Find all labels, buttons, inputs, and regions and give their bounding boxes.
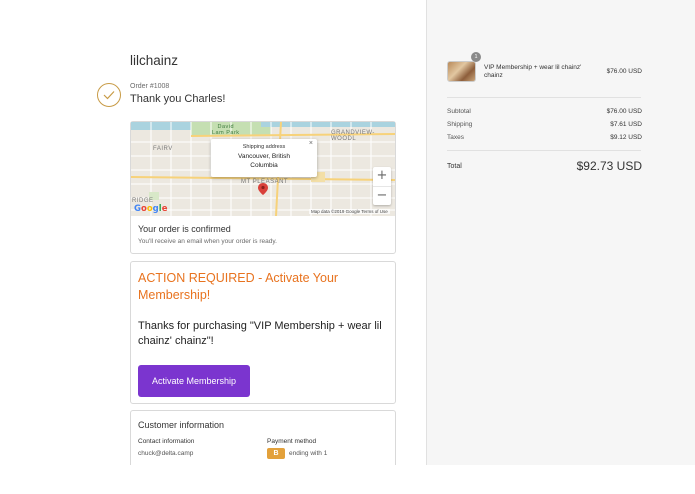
map-pin-icon xyxy=(258,183,268,195)
order-confirmed-title: Your order is confirmed xyxy=(138,224,231,234)
activation-card: ACTION REQUIRED - Activate Your Membersh… xyxy=(130,261,396,404)
summary-divider xyxy=(447,97,641,98)
activate-membership-button[interactable]: Activate Membership xyxy=(138,365,250,397)
checkmark-icon xyxy=(97,83,121,107)
action-required-title: ACTION REQUIRED - Activate Your Membersh… xyxy=(138,271,339,302)
contact-email: chuck@delta.camp xyxy=(138,450,194,457)
taxes-label: Taxes xyxy=(447,134,464,141)
subtotal-value: $76.00 USD xyxy=(606,108,642,115)
customer-information-card: Customer information Contact information… xyxy=(130,410,396,470)
payment-ending: ending with 1 xyxy=(289,450,328,457)
shop-name[interactable]: lilchainz xyxy=(130,53,178,68)
payment-card-icon: B xyxy=(267,448,285,459)
purchase-thanks-text: Thanks for purchasing "VIP Membership + … xyxy=(138,320,382,347)
map-label-grandview: GRANDVIEW-WOODL xyxy=(331,130,375,142)
main-content: lilchainz Order #1008 Thank you Charles! xyxy=(0,0,426,470)
google-logo[interactable]: Google xyxy=(134,204,167,214)
taxes-value: $9.12 USD xyxy=(610,134,642,141)
order-number: Order #1008 xyxy=(130,83,170,90)
order-confirmed-subtitle: You'll receive an email when your order … xyxy=(138,238,277,245)
quantity-badge: 1 xyxy=(471,52,481,62)
map-zoom-control: + − xyxy=(373,167,391,205)
subtotal-label: Subtotal xyxy=(447,108,471,115)
product-name: VIP Membership + wear lil chainz' chainz xyxy=(484,64,582,79)
map-label-fairview: FAIRV xyxy=(153,146,173,152)
order-summary-sidebar: 1 VIP Membership + wear lil chainz' chai… xyxy=(426,0,695,465)
map-attribution[interactable]: Map data ©2019 Google Terms of Use xyxy=(309,209,390,214)
shipping-label: Shipping xyxy=(447,121,473,128)
page-bottom-margin xyxy=(0,465,695,494)
thank-you-heading: Thank you Charles! xyxy=(130,93,226,105)
zoom-in-button[interactable]: + xyxy=(373,167,391,186)
map-label-park: David Lam Park xyxy=(212,124,240,136)
popup-close-icon[interactable]: × xyxy=(309,140,313,147)
product-thumbnail xyxy=(447,61,476,82)
payment-method-heading: Payment method xyxy=(267,438,317,445)
zoom-out-button[interactable]: − xyxy=(373,186,391,205)
total-value: $92.73 USD xyxy=(576,159,642,173)
popup-title: Shipping address xyxy=(242,144,286,150)
shipping-value: $7.61 USD xyxy=(610,121,642,128)
popup-address-line1: Vancouver, British xyxy=(238,153,290,160)
popup-address-line2: Columbia xyxy=(250,162,278,169)
shipping-map[interactable]: David Lam Park GRANDVIEW-WOODL FAIRV MT … xyxy=(131,122,395,216)
contact-information-heading: Contact information xyxy=(138,438,195,445)
total-label: Total xyxy=(447,163,462,170)
total-divider xyxy=(447,150,641,151)
product-price: $76.00 USD xyxy=(606,68,642,75)
map-popup: × Shipping address Vancouver, British Co… xyxy=(211,139,317,177)
customer-information-title: Customer information xyxy=(138,420,225,430)
order-confirmed-card: David Lam Park GRANDVIEW-WOODL FAIRV MT … xyxy=(130,121,396,254)
